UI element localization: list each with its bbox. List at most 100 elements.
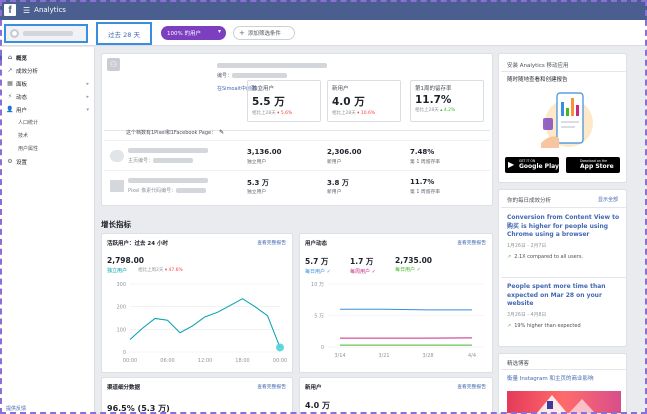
featured-blog-card: 精选博客 衡量 Instagram 和主页的商业影响: [498, 353, 627, 414]
app-title: Analytics: [34, 6, 66, 14]
metric-label: 第1周的留存率: [415, 86, 452, 92]
card-title: 精选博客: [507, 361, 530, 367]
user-activity-card: 用户动态 查看完整报告 5.7 万每日用户 ✓ 1.7 万每周用户 ✓ 2,73…: [299, 233, 493, 373]
card-title: 你的每日成效分析: [507, 198, 552, 204]
y-tick-label: 300: [116, 282, 126, 288]
pencil-icon[interactable]: ✎: [219, 129, 224, 136]
metric-comparison: 相比上28天 ▾ 5.6%: [252, 111, 293, 116]
new-users-value: 4.0 万: [305, 401, 330, 410]
insight-stat: ↗ 19% higher than expected: [507, 322, 581, 329]
account-selector[interactable]: ●: [4, 24, 88, 43]
date-range-button[interactable]: 过去 28 天: [96, 22, 152, 45]
channel-breakdown-card: 渠道细分数据 查看完整报告 96.5% (5.3 万): [101, 377, 293, 414]
divider: [501, 369, 626, 370]
sidebar-item-label: 用户: [16, 107, 28, 114]
view-full-report-link[interactable]: 查看完整报告: [457, 383, 486, 390]
pixel-name-redacted: [128, 178, 208, 183]
y-tick-label: 0: [123, 350, 126, 356]
blog-post-link[interactable]: 衡量 Instagram 和主页的商业影响: [507, 374, 593, 382]
trend-icon: ↗: [7, 67, 13, 74]
sidebar-item-demographics[interactable]: 人口统计: [0, 116, 94, 129]
active-users-card: 活跃用户：过去 24 小时 查看完整报告 2,798.00 独立用户 相比上周2…: [101, 233, 293, 373]
user-activity-chart: 10 万 5 万 0 3/14 3/21 3/28 4/4: [311, 282, 484, 359]
divider: [104, 140, 490, 141]
channel-value: 96.5% (5.3 万): [107, 404, 170, 413]
add-filter-button[interactable]: + 添加筛选条件: [233, 26, 295, 40]
sidebar-item-label: 成效分析: [16, 68, 39, 75]
x-tick-label: 18:00: [235, 358, 249, 364]
new-users-card: 新用户 查看完整报告 4.0 万: [299, 377, 493, 414]
active-users-chart: 300 200 100 0 00:00 06:00 12:00 18:00 00:00: [116, 282, 287, 364]
divider: [501, 277, 626, 278]
metric-unique-users[interactable]: 独立用户 5.5 万 相比上28天 ▾ 5.6%: [247, 80, 321, 122]
series-line-0: [340, 308, 472, 311]
row-label: 新用户: [327, 160, 342, 165]
divider: [104, 170, 490, 171]
segment-dropdown[interactable]: 100% 的用户 ▾: [161, 26, 226, 40]
source-row-page[interactable]: 主页编号： 3,136.00 独立用户 2,306.00 新用户 7.48% 第…: [102, 142, 492, 170]
sidebar-item-user-properties[interactable]: 用户属性: [0, 142, 94, 155]
entity-id-label: 编号：: [217, 72, 288, 79]
pixel-id-label: Pixel 像素代码编号：: [128, 187, 207, 194]
source-row-pixel[interactable]: Pixel 像素代码编号： 5.3 万 独立用户 3.8 万 新用户 11.7%…: [102, 172, 492, 200]
divider: [501, 207, 626, 208]
metric-new-users[interactable]: 新用户 4.0 万 相比上28天 ▾ 10.6%: [327, 80, 401, 122]
app-store-button[interactable]: Download on the App Store: [566, 157, 620, 173]
blog-post-image[interactable]: [507, 391, 621, 413]
insight-item[interactable]: Conversion from Content View to 购买 is hi…: [507, 214, 621, 260]
sidebar-item-technology[interactable]: 技术: [0, 129, 94, 142]
row-label: 独立用户: [247, 190, 267, 195]
row-label: 独立用户: [247, 160, 267, 165]
metric-value: 4.0 万: [332, 96, 365, 108]
sidebar-item-overview[interactable]: ⌂ 概览: [0, 51, 94, 64]
facebook-logo-icon[interactable]: f: [4, 4, 16, 16]
insight-stat: ↗ 2.1X compared to all users.: [507, 253, 584, 260]
insight-date: 1月26日 - 2月7日: [507, 243, 547, 249]
chevron-down-icon: ▾: [217, 28, 221, 35]
view-full-report-link[interactable]: 查看完整报告: [257, 383, 286, 390]
row-value: 2,306.00: [327, 148, 362, 156]
insight-title[interactable]: People spent more time than expected on …: [507, 283, 621, 309]
sidebar-item-settings[interactable]: ⚙ 设置: [0, 155, 94, 168]
chevron-right-icon: ▸: [86, 93, 89, 100]
blog-image-graphic: [537, 395, 595, 413]
chevron-right-icon: ▸: [86, 80, 89, 87]
filter-bar: ● 过去 28 天 100% 的用户 ▾ + 添加筛选条件: [0, 20, 647, 46]
see-all-link[interactable]: 显示全部: [598, 196, 618, 203]
sidebar-item-people[interactable]: 👤 用户 ▾: [0, 103, 94, 116]
sidebar-item-dashboards[interactable]: ▦ 面板 ▸: [0, 77, 94, 90]
app-avatar-icon: ⚇: [107, 58, 120, 71]
card-title: 新用户: [305, 385, 322, 391]
sidebar-item-insights[interactable]: ↗ 成效分析: [0, 64, 94, 77]
account-icon: ●: [10, 29, 19, 38]
entity-name-redacted: [217, 63, 327, 68]
sidebar-item-activity[interactable]: ⚡ 动态 ▸: [0, 90, 94, 103]
segment-label: 100% 的用户: [167, 31, 201, 37]
insight-item[interactable]: People spent more time than expected on …: [507, 283, 621, 329]
row-value: 3.8 万: [327, 179, 349, 187]
analytics-summary-card: ⚇ 编号： 在Simoait中创建 ⓘ 独立用户 5.5 万 相比上28天 ▾ …: [101, 53, 493, 206]
x-tick-label: 3/28: [422, 353, 433, 359]
metric-label: 独立用户: [252, 86, 275, 92]
chevron-down-icon: ▾: [86, 106, 89, 113]
row-label: 第 1 周留存率: [410, 190, 441, 195]
google-play-button[interactable]: ▶ GET IT ON Google Play: [505, 157, 559, 173]
row-value: 7.48%: [410, 148, 435, 156]
insight-title[interactable]: Conversion from Content View to 购买 is hi…: [507, 214, 621, 240]
row-value: 5.3 万: [247, 179, 269, 187]
sidebar: ⌂ 概览 ↗ 成效分析 ▦ 面板 ▸ ⚡ 动态 ▸ 👤 用户 ▾ 人口统计 技术 用户属性 ⚙ 设…: [0, 47, 95, 414]
metric-retention[interactable]: 第1周的留存率 11.7% 相比上28天 ▴ 4.2%: [410, 80, 484, 122]
home-icon: ⌂: [7, 54, 13, 61]
x-tick-label: 3/21: [378, 353, 389, 359]
trend-up-icon: ↗: [507, 322, 512, 329]
x-tick-label: 00:00: [123, 358, 137, 364]
insight-date: 3月26日 - 4月8日: [507, 312, 547, 318]
feedback-link[interactable]: 提供反馈: [6, 405, 26, 412]
sidebar-item-label: 概览: [16, 55, 28, 62]
section-title-growth: 增长指标: [101, 220, 131, 229]
sidebar-item-label: 动态: [16, 94, 28, 101]
google-play-icon: ▶: [508, 160, 515, 169]
mobile-app-promo-card: 安装 Analytics 移动应用 随时随地查看和创建报告 ▶ GET IT O…: [498, 53, 627, 183]
menu-icon[interactable]: ☰: [23, 6, 30, 15]
top-bar: f ☰ Analytics: [0, 0, 647, 20]
